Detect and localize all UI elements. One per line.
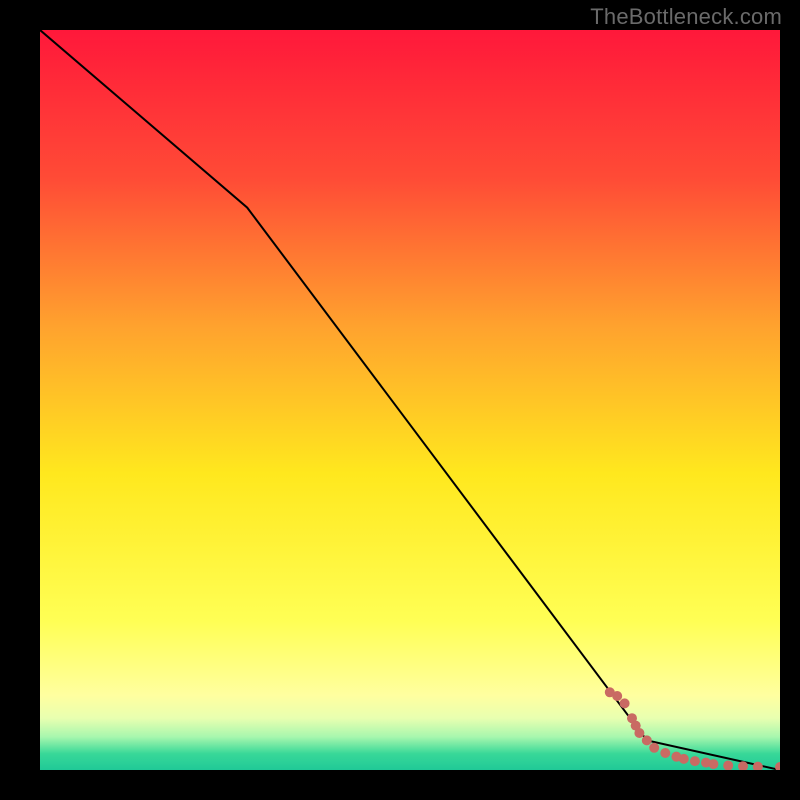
- data-point: [612, 691, 622, 701]
- plot-area: [40, 30, 780, 770]
- data-point: [708, 759, 718, 769]
- data-point: [679, 754, 689, 764]
- data-point: [634, 728, 644, 738]
- gradient-background: [40, 30, 780, 770]
- data-point: [649, 743, 659, 753]
- data-point: [642, 735, 652, 745]
- chart-svg: [40, 30, 780, 770]
- data-point: [660, 748, 670, 758]
- watermark-text: TheBottleneck.com: [590, 4, 782, 30]
- data-point: [690, 756, 700, 766]
- data-point: [620, 698, 630, 708]
- chart-frame: TheBottleneck.com: [0, 0, 800, 800]
